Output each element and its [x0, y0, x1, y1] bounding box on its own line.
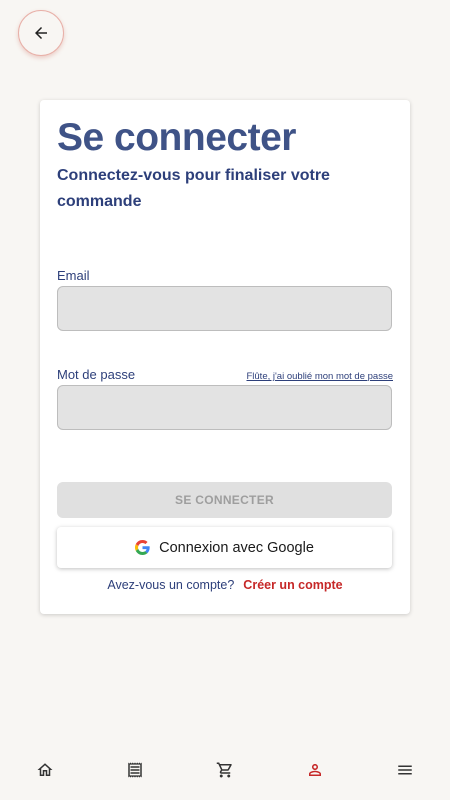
bottom-nav — [0, 744, 450, 800]
email-label: Email — [57, 268, 90, 283]
menu-icon — [398, 765, 412, 775]
page-subtitle: Connectez-vous pour finaliser votre comm… — [57, 167, 330, 210]
nav-account[interactable] — [295, 750, 335, 790]
arrow-left-icon — [35, 27, 47, 39]
nav-orders[interactable] — [115, 750, 155, 790]
cart-icon — [216, 762, 232, 778]
email-field[interactable] — [57, 286, 392, 331]
back-button[interactable] — [18, 10, 64, 56]
page-title: Se connecter — [57, 116, 296, 159]
account-icon — [309, 764, 321, 776]
google-icon — [135, 540, 150, 555]
login-page: Se connecter Connectez-vous pour finalis… — [0, 0, 450, 800]
nav-menu[interactable] — [385, 750, 425, 790]
forgot-password-link[interactable]: Flûte, j'ai oublié mon mot de passe — [246, 371, 393, 382]
login-card: Se connecter Connectez-vous pour finalis… — [40, 100, 410, 614]
signup-row: Avez-vous un compte? Créer un compte — [40, 578, 410, 592]
signup-question: Avez-vous un compte? — [107, 578, 235, 592]
google-login-button[interactable]: Connexion avec Google — [57, 527, 392, 568]
login-submit-button[interactable]: SE CONNECTER — [57, 482, 392, 518]
nav-home[interactable] — [25, 750, 65, 790]
receipt-icon — [128, 762, 142, 778]
password-field[interactable] — [57, 385, 392, 430]
create-account-link[interactable]: Créer un compte — [243, 578, 342, 592]
google-login-label: Connexion avec Google — [159, 539, 314, 556]
nav-cart[interactable] — [205, 750, 245, 790]
home-icon — [37, 763, 53, 776]
password-label: Mot de passe — [57, 367, 136, 382]
